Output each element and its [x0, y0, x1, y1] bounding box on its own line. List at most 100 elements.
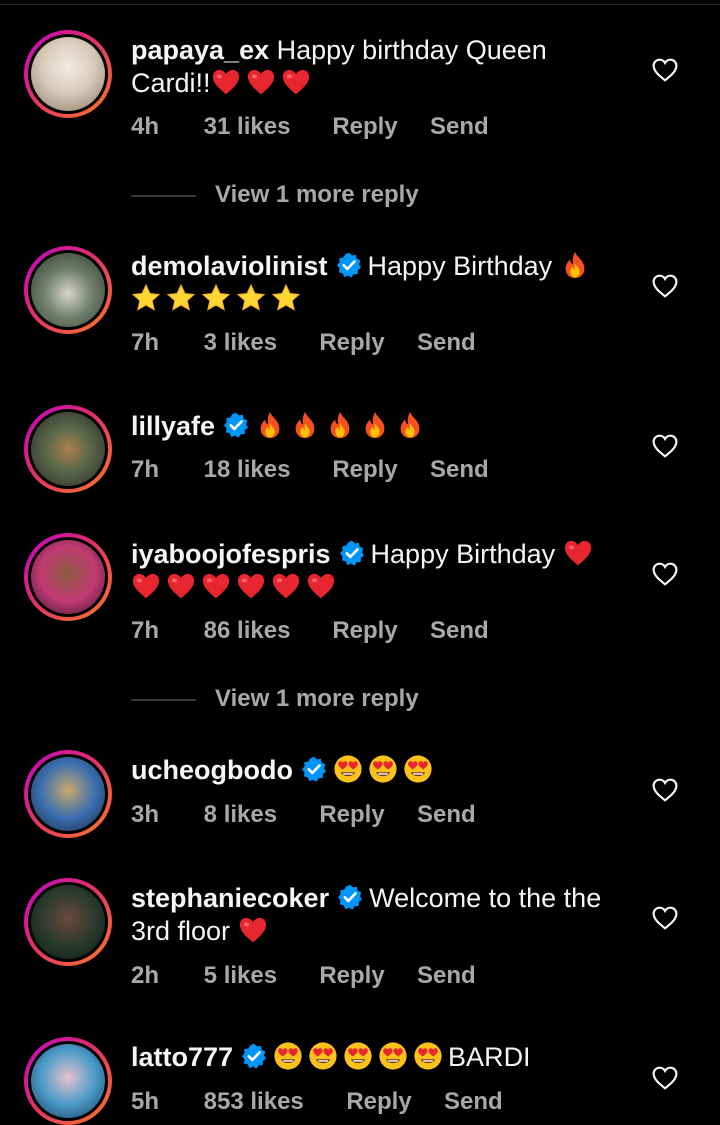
like-heart-icon[interactable]	[652, 906, 678, 930]
comment-meta: 7h 86 likes Reply Send	[131, 617, 489, 645]
avatar-photo	[31, 757, 105, 831]
timestamp: 7h	[131, 329, 160, 356]
verified-badge-icon	[336, 252, 362, 278]
reply-button[interactable]: Reply	[319, 329, 410, 357]
likes-count[interactable]: 3 likes	[204, 329, 313, 357]
heart-eyes-emoji-icon	[368, 754, 398, 784]
comment-text: lillyafe	[131, 410, 621, 443]
red-heart-emoji-icon	[211, 67, 241, 97]
send-button[interactable]: Send	[444, 1088, 503, 1116]
timestamp: 7h	[131, 617, 160, 644]
red-heart-emoji-icon	[131, 571, 161, 601]
heart-eyes-emoji-icon	[378, 1041, 408, 1071]
avatar-photo	[31, 412, 105, 486]
heart-eyes-emoji-icon	[343, 1041, 373, 1071]
username[interactable]: stephaniecoker	[131, 883, 329, 913]
verified-badge-icon	[337, 884, 363, 910]
comment-meta: 7h 3 likes Reply Send	[131, 329, 476, 357]
timestamp: 2h	[131, 962, 160, 989]
comment-meta: 3h 8 likes Reply Send	[131, 801, 476, 829]
like-heart-icon[interactable]	[652, 562, 678, 586]
like-heart-icon[interactable]	[652, 778, 678, 802]
comment-meta: 5h 853 likes Reply Send	[131, 1088, 503, 1116]
send-button[interactable]: Send	[430, 617, 489, 645]
fire-emoji-icon	[560, 250, 590, 280]
timestamp: 5h	[131, 1088, 160, 1115]
username[interactable]: papaya_ex	[131, 35, 269, 65]
reply-button[interactable]: Reply	[319, 962, 410, 990]
red-heart-emoji-icon	[201, 571, 231, 601]
red-heart-emoji-icon	[246, 67, 276, 97]
avatar[interactable]	[24, 1037, 112, 1125]
avatar[interactable]	[24, 405, 112, 493]
username[interactable]: ucheogbodo	[131, 755, 293, 785]
send-button[interactable]: Send	[430, 456, 489, 484]
comment-meta: 4h 31 likes Reply Send	[131, 113, 489, 141]
divider	[131, 195, 196, 197]
heart-eyes-emoji-icon	[413, 1041, 443, 1071]
top-divider	[0, 4, 720, 5]
view-more-label[interactable]: View 1 more reply	[215, 181, 419, 209]
emoji-group	[273, 1042, 448, 1072]
likes-count[interactable]: 853 likes	[204, 1088, 340, 1116]
fire-emoji-icon	[255, 410, 285, 440]
avatar-photo	[31, 253, 105, 327]
heart-eyes-emoji-icon	[403, 754, 433, 784]
send-button[interactable]: Send	[417, 962, 476, 990]
comment-text: iyaboojofespris Happy Birthday	[131, 538, 621, 604]
send-button[interactable]: Send	[430, 113, 489, 141]
heart-eyes-emoji-icon	[273, 1041, 303, 1071]
fire-emoji-icon	[325, 410, 355, 440]
comment-text: ucheogbodo	[131, 754, 621, 787]
star-emoji-icon	[271, 283, 301, 313]
likes-count[interactable]: 5 likes	[204, 962, 313, 990]
avatar[interactable]	[24, 533, 112, 621]
reply-button[interactable]: Reply	[346, 1088, 437, 1116]
verified-badge-icon	[301, 756, 327, 782]
comment-text: papaya_ex Happy birthday Queen Cardi!!	[131, 34, 621, 100]
username[interactable]: demolaviolinist	[131, 251, 328, 281]
reply-button[interactable]: Reply	[332, 617, 423, 645]
reply-button[interactable]: Reply	[332, 113, 423, 141]
emoji-group	[238, 916, 273, 946]
star-emoji-icon	[236, 283, 266, 313]
view-more-label[interactable]: View 1 more reply	[215, 685, 419, 713]
reply-button[interactable]: Reply	[319, 801, 410, 829]
send-button[interactable]: Send	[417, 329, 476, 357]
avatar[interactable]	[24, 30, 112, 118]
red-heart-emoji-icon	[166, 571, 196, 601]
like-heart-icon[interactable]	[652, 434, 678, 458]
red-heart-emoji-icon	[238, 915, 268, 945]
timestamp: 3h	[131, 801, 160, 828]
avatar[interactable]	[24, 878, 112, 966]
fire-emoji-icon	[395, 410, 425, 440]
avatar-photo	[31, 540, 105, 614]
emoji-group	[333, 755, 438, 785]
star-emoji-icon	[166, 283, 196, 313]
reply-button[interactable]: Reply	[332, 456, 423, 484]
avatar[interactable]	[24, 750, 112, 838]
username[interactable]: iyaboojofespris	[131, 539, 331, 569]
red-heart-emoji-icon	[563, 538, 593, 568]
likes-count[interactable]: 86 likes	[204, 617, 326, 645]
username[interactable]: lillyafe	[131, 411, 215, 441]
avatar-photo	[31, 1044, 105, 1118]
send-button[interactable]: Send	[417, 801, 476, 829]
emoji-group	[211, 68, 316, 98]
like-heart-icon[interactable]	[652, 274, 678, 298]
likes-count[interactable]: 8 likes	[204, 801, 313, 829]
comment-meta: 2h 5 likes Reply Send	[131, 962, 476, 990]
avatar-photo	[31, 37, 105, 111]
likes-count[interactable]: 18 likes	[204, 456, 326, 484]
verified-badge-icon	[223, 412, 249, 438]
heart-eyes-emoji-icon	[333, 754, 363, 784]
fire-emoji-icon	[290, 410, 320, 440]
likes-count[interactable]: 31 likes	[204, 113, 326, 141]
timestamp: 7h	[131, 456, 160, 483]
like-heart-icon[interactable]	[652, 1066, 678, 1090]
like-heart-icon[interactable]	[652, 58, 678, 82]
avatar[interactable]	[24, 246, 112, 334]
username[interactable]: latto777	[131, 1042, 233, 1072]
comment-body: Happy Birthday	[370, 539, 556, 569]
comment-text: latto777 BARDI	[131, 1041, 621, 1074]
